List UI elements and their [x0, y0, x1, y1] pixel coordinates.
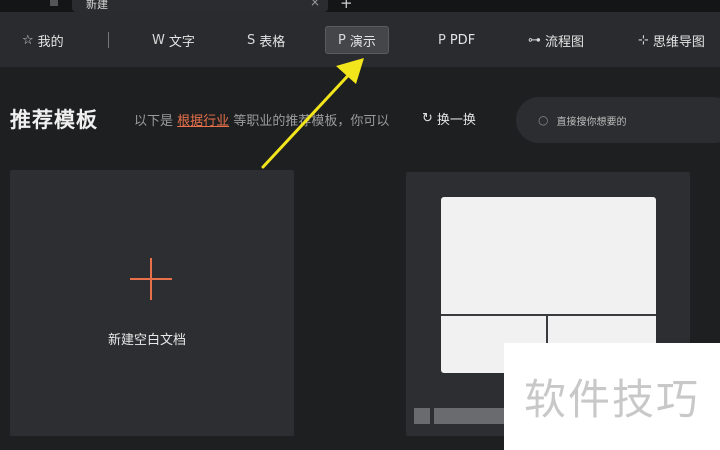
flowchart-icon: ⊶ — [528, 32, 541, 48]
tab-title: 新建 — [86, 0, 108, 11]
add-tab-icon[interactable]: + — [340, 0, 353, 12]
tab-flowchart[interactable]: ⊶ 流程图 — [528, 26, 584, 54]
presentation-icon: P — [338, 32, 346, 48]
refresh-button[interactable]: ↻ 换一换 — [422, 109, 476, 128]
tab-strip: 新建 × + — [0, 0, 720, 12]
subtitle-suffix: 等职业的推荐模板，你可以 — [233, 114, 390, 129]
tab-spreadsheet[interactable]: S 表格 — [247, 26, 285, 54]
subtitle: 以下是 根据行业 等职业的推荐模板，你可以 — [134, 110, 389, 129]
toolbar-divider — [108, 32, 109, 48]
tab-presentation[interactable]: P 演示 — [325, 26, 389, 54]
tab-pdf[interactable]: P PDF — [438, 26, 475, 54]
tab-pdf-label: PDF — [449, 32, 476, 48]
search-input[interactable]: 直接搜你想要的 — [556, 113, 626, 128]
spreadsheet-icon: S — [247, 32, 256, 48]
search-icon: ○ — [538, 113, 549, 127]
mindmap-icon: ⊹ — [638, 32, 649, 48]
page-title: 推荐模板 — [10, 108, 98, 132]
refresh-label: 换一换 — [436, 113, 476, 128]
subtitle-prefix: 以下是 — [134, 114, 174, 129]
watermark: 软件技巧 — [504, 343, 720, 450]
template-meta-icon — [414, 408, 430, 424]
tab-mindmap-label: 思维导图 — [652, 34, 705, 50]
refresh-icon: ↻ — [422, 111, 433, 126]
tab-mine-label: 我的 — [37, 34, 64, 50]
tab-flowchart-label: 流程图 — [545, 34, 585, 50]
industry-link[interactable]: 根据行业 — [177, 114, 229, 129]
tab-presentation-label: 演示 — [349, 34, 376, 50]
tab-writer[interactable]: W 文字 — [152, 26, 195, 54]
tab-writer-label: 文字 — [168, 34, 195, 50]
tab-spreadsheet-label: 表格 — [259, 34, 286, 50]
watermark-text: 软件技巧 — [523, 375, 700, 424]
search-box[interactable]: ○ 直接搜你想要的 — [516, 97, 720, 143]
pdf-icon: P — [438, 32, 446, 48]
writer-icon: W — [152, 32, 165, 48]
category-toolbar: ☆ 我的 W 文字 S 表格 P 演示 P PDF ⊶ 流程图 ⊹ 思维导图 — [0, 12, 720, 67]
tab-mindmap[interactable]: ⊹ 思维导图 — [638, 26, 705, 54]
star-icon: ☆ — [22, 32, 34, 48]
new-blank-card[interactable] — [10, 170, 294, 436]
thumbnail-divider — [441, 314, 656, 316]
tab-new[interactable]: 新建 × — [72, 0, 328, 12]
plus-icon — [130, 258, 172, 300]
tab-mine[interactable]: ☆ 我的 — [22, 26, 64, 54]
close-icon[interactable]: × — [310, 0, 320, 9]
tab-indicator — [50, 0, 58, 6]
new-blank-label: 新建空白文档 — [108, 333, 187, 348]
